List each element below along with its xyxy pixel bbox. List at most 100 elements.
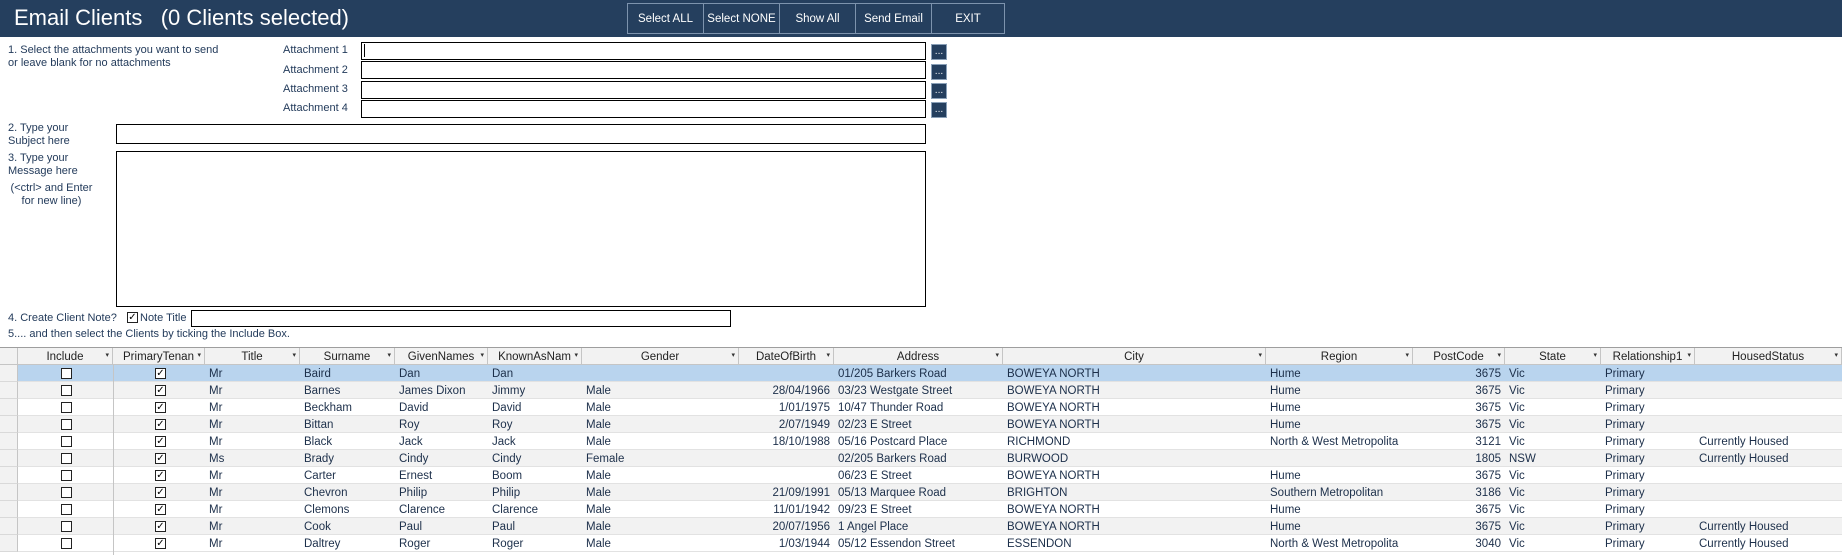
- cell-relationship[interactable]: Primary: [1601, 416, 1695, 433]
- cell-title[interactable]: Mr: [205, 365, 300, 382]
- table-row[interactable]: ✓ Mr Carter Ernest Boom Male 06/23 E Street BOW…: [18, 467, 1842, 484]
- cell-state[interactable]: Vic: [1505, 416, 1601, 433]
- cell-address[interactable]: 01/205 Barkers Road: [834, 365, 1003, 382]
- cell-postcode[interactable]: 3186: [1413, 484, 1505, 501]
- cell-title[interactable]: Mr: [205, 399, 300, 416]
- cell-city[interactable]: BOWEYA NORTH: [1003, 365, 1266, 382]
- dropdown-arrow-icon[interactable]: ▾: [574, 351, 578, 359]
- column-postcode[interactable]: PostCode ▾: [1413, 348, 1505, 365]
- cell-known[interactable]: Roy: [488, 416, 582, 433]
- row-selector[interactable]: [0, 484, 18, 501]
- cell-known[interactable]: Jack: [488, 433, 582, 450]
- cell-postcode[interactable]: 3675: [1413, 399, 1505, 416]
- table-row[interactable]: ✓ Ms Brady Cindy Cindy Female 02/205 Barkers R…: [18, 450, 1842, 467]
- cell-gender[interactable]: Male: [582, 433, 739, 450]
- cell-known[interactable]: David: [488, 399, 582, 416]
- column-state[interactable]: State ▾: [1505, 348, 1601, 365]
- cell-region[interactable]: North & West Metropolita: [1266, 433, 1413, 450]
- attachment-3-field[interactable]: [361, 81, 926, 99]
- primary-tenant-checkbox[interactable]: ✓: [155, 521, 166, 532]
- cell-address[interactable]: 02/205 Barkers Road: [834, 450, 1003, 467]
- dropdown-arrow-icon[interactable]: ▾: [197, 351, 201, 359]
- include-checkbox[interactable]: [61, 368, 72, 379]
- cell-given[interactable]: James Dixon: [395, 382, 488, 399]
- primary-tenant-checkbox[interactable]: ✓: [155, 368, 166, 379]
- row-selector[interactable]: [0, 365, 18, 382]
- cell-housed[interactable]: [1695, 416, 1842, 433]
- cell-surname[interactable]: Carter: [300, 467, 395, 484]
- cell-given[interactable]: Clarence: [395, 501, 488, 518]
- cell-gender[interactable]: Female: [582, 450, 739, 467]
- cell-surname[interactable]: Daltrey: [300, 535, 395, 552]
- cell-given[interactable]: Paul: [395, 518, 488, 535]
- cell-surname[interactable]: Black: [300, 433, 395, 450]
- table-row[interactable]: ✓ Mr Cook Paul Paul Male 20/07/1956 1 Angel Pla…: [18, 518, 1842, 535]
- primary-tenant-checkbox[interactable]: ✓: [155, 504, 166, 515]
- column-housedstatus[interactable]: HousedStatus ▾: [1695, 348, 1842, 365]
- cell-relationship[interactable]: Primary: [1601, 535, 1695, 552]
- cell-dob[interactable]: 28/04/1966: [739, 382, 834, 399]
- cell-surname[interactable]: Brady: [300, 450, 395, 467]
- cell-relationship[interactable]: Primary: [1601, 518, 1695, 535]
- cell-region[interactable]: Hume: [1266, 416, 1413, 433]
- row-selector[interactable]: [0, 416, 18, 433]
- cell-city[interactable]: BOWEYA NORTH: [1003, 416, 1266, 433]
- cell-known[interactable]: Roger: [488, 535, 582, 552]
- cell-dob[interactable]: 11/01/1942: [739, 501, 834, 518]
- dropdown-arrow-icon[interactable]: ▾: [731, 351, 735, 359]
- include-checkbox[interactable]: [61, 419, 72, 430]
- cell-city[interactable]: BOWEYA NORTH: [1003, 518, 1266, 535]
- column-city[interactable]: City ▾: [1003, 348, 1266, 365]
- exit-button[interactable]: EXIT: [931, 3, 1005, 34]
- cell-housed[interactable]: [1695, 467, 1842, 484]
- include-checkbox[interactable]: [61, 504, 72, 515]
- cell-region[interactable]: North & West Metropolita: [1266, 535, 1413, 552]
- cell-region[interactable]: Hume: [1266, 382, 1413, 399]
- cell-dob[interactable]: [739, 450, 834, 467]
- primary-tenant-checkbox[interactable]: ✓: [155, 470, 166, 481]
- cell-dob[interactable]: 2/07/1949: [739, 416, 834, 433]
- cell-gender[interactable]: Male: [582, 382, 739, 399]
- row-selector[interactable]: [0, 450, 18, 467]
- cell-surname[interactable]: Baird: [300, 365, 395, 382]
- cell-given[interactable]: Roy: [395, 416, 488, 433]
- cell-postcode[interactable]: 3675: [1413, 382, 1505, 399]
- cell-relationship[interactable]: Primary: [1601, 382, 1695, 399]
- cell-dob[interactable]: 18/10/1988: [739, 433, 834, 450]
- dropdown-arrow-icon[interactable]: ▾: [1497, 351, 1501, 359]
- cell-relationship[interactable]: Primary: [1601, 433, 1695, 450]
- cell-housed[interactable]: [1695, 399, 1842, 416]
- cell-surname[interactable]: Barnes: [300, 382, 395, 399]
- cell-address[interactable]: 05/12 Essendon Street: [834, 535, 1003, 552]
- cell-surname[interactable]: Beckham: [300, 399, 395, 416]
- cell-dob[interactable]: 20/07/1956: [739, 518, 834, 535]
- cell-city[interactable]: RICHMOND: [1003, 433, 1266, 450]
- cell-relationship[interactable]: Primary: [1601, 399, 1695, 416]
- cell-dob[interactable]: 1/03/1944: [739, 535, 834, 552]
- cell-housed[interactable]: Currently Housed: [1695, 518, 1842, 535]
- browse-attachment-4-button[interactable]: ...: [931, 102, 947, 118]
- primary-tenant-checkbox[interactable]: ✓: [155, 402, 166, 413]
- column-address[interactable]: Address ▾: [834, 348, 1003, 365]
- cell-postcode[interactable]: 3675: [1413, 467, 1505, 484]
- cell-dob[interactable]: 1/01/1975: [739, 399, 834, 416]
- cell-known[interactable]: Paul: [488, 518, 582, 535]
- cell-postcode[interactable]: 3675: [1413, 416, 1505, 433]
- cell-state[interactable]: Vic: [1505, 518, 1601, 535]
- show-all-button[interactable]: Show All: [779, 3, 856, 34]
- cell-address[interactable]: 05/16 Postcard Place: [834, 433, 1003, 450]
- cell-title[interactable]: Mr: [205, 416, 300, 433]
- cell-housed[interactable]: Currently Housed: [1695, 433, 1842, 450]
- cell-title[interactable]: Ms: [205, 450, 300, 467]
- cell-gender[interactable]: Male: [582, 484, 739, 501]
- cell-city[interactable]: ESSENDON: [1003, 535, 1266, 552]
- cell-title[interactable]: Mr: [205, 433, 300, 450]
- cell-region[interactable]: Hume: [1266, 501, 1413, 518]
- dropdown-arrow-icon[interactable]: ▾: [480, 351, 484, 359]
- cell-city[interactable]: BRIGHTON: [1003, 484, 1266, 501]
- cell-housed[interactable]: [1695, 365, 1842, 382]
- primary-tenant-checkbox[interactable]: ✓: [155, 453, 166, 464]
- cell-address[interactable]: 09/23 E Street: [834, 501, 1003, 518]
- cell-known[interactable]: Clarence: [488, 501, 582, 518]
- cell-gender[interactable]: Male: [582, 535, 739, 552]
